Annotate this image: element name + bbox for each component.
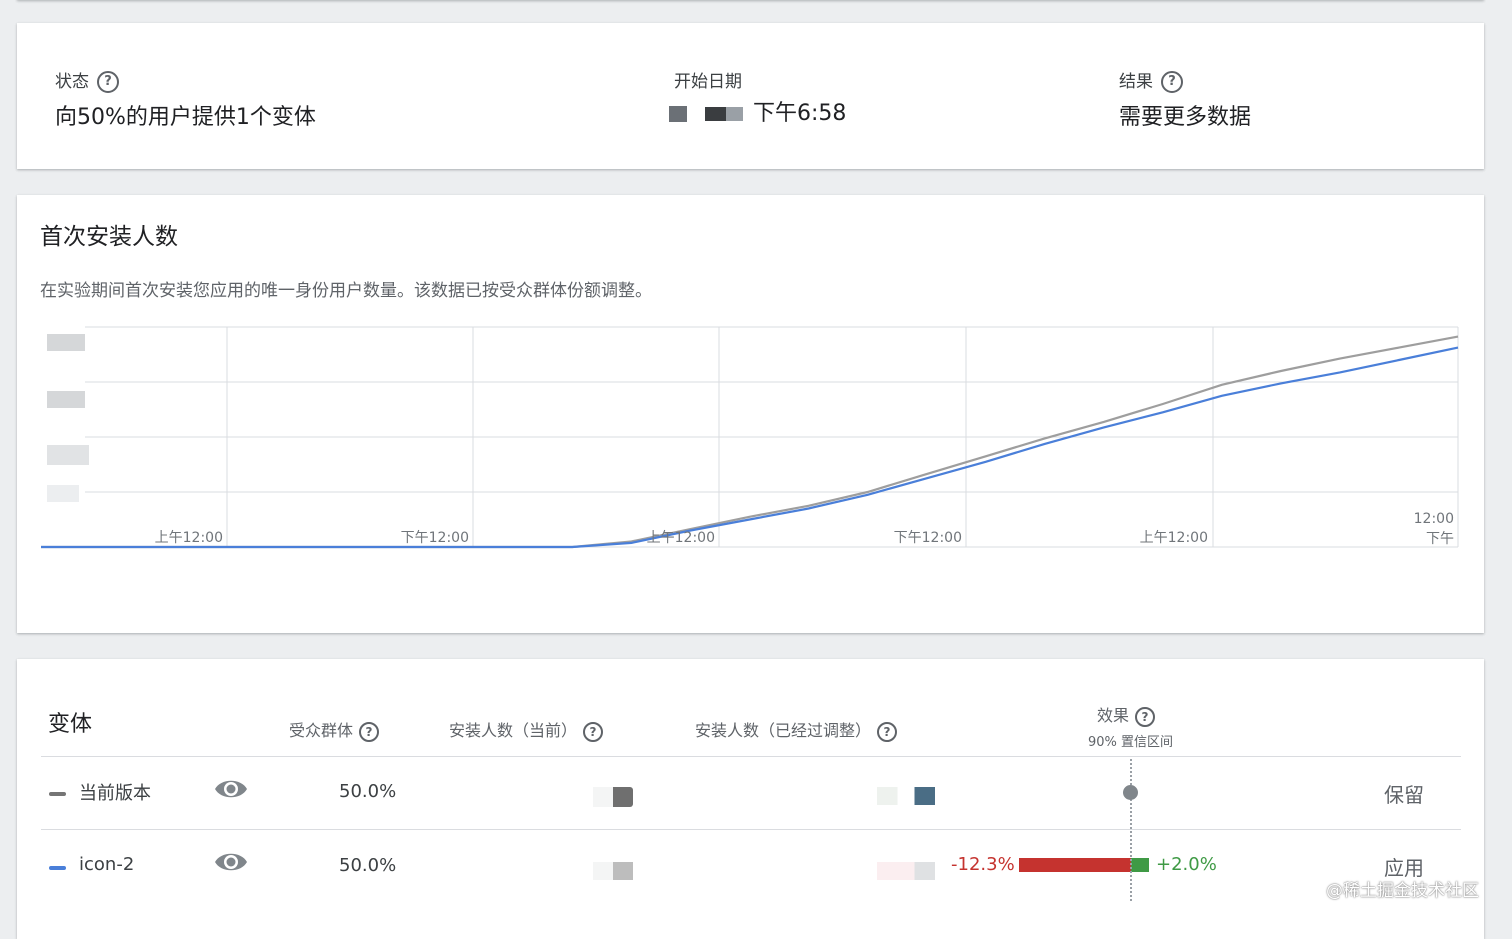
variant-color-swatch — [49, 866, 66, 870]
header-audience: 受众群体? — [289, 717, 380, 742]
help-icon[interactable]: ? — [583, 721, 604, 742]
experiment-status-card: 状态? 向50%的用户提供1个变体 开始日期 下午6:58 结果? 需要更多数据 — [17, 23, 1484, 169]
help-icon[interactable]: ? — [1135, 706, 1156, 727]
audience-value: 50.0% — [339, 781, 397, 802]
header-installs-adjusted-label: 安装人数（已经过调整） — [695, 721, 872, 740]
audience-value: 50.0% — [339, 855, 397, 876]
header-installs-current: 安装人数（当前）? — [449, 717, 604, 742]
header-effect-label: 效果 — [1097, 706, 1130, 725]
result-value: 需要更多数据 — [1119, 105, 1252, 130]
header-installs-current-label: 安装人数（当前） — [449, 721, 578, 740]
variant-name: 当前版本 — [79, 783, 151, 804]
x-tick-label: 上午12:00 — [647, 530, 715, 546]
installs-line-chart: 上午12:00 下午12:00 上午12:00 下午12:00 上午12:00 12:00… — [41, 326, 1459, 549]
help-icon[interactable]: ? — [877, 721, 898, 742]
header-variant: 变体 — [48, 712, 93, 737]
first-installs-chart-card: 首次安装人数 在实验期间首次安装您应用的唯一身份用户数量。该数据已按受众群体份额… — [17, 195, 1484, 633]
redacted-y-tick — [47, 334, 85, 351]
ci-zero-axis — [1130, 759, 1132, 901]
variants-table-card: 变体 受众群体? 安装人数（当前）? 安装人数（已经过调整）? 效果? 90% … — [17, 659, 1484, 939]
x-tick-label: 上午12:00 — [155, 530, 223, 546]
status-label-wrap: 状态? — [55, 67, 119, 93]
header-installs-adjusted: 安装人数（已经过调整）? — [695, 717, 898, 742]
redacted-installs-adjusted — [877, 862, 935, 880]
start-time: 下午6:58 — [753, 101, 847, 126]
result-label: 结果 — [1119, 72, 1153, 92]
x-tick-label: 下午12:00 — [401, 530, 469, 546]
header-audience-label: 受众群体 — [289, 721, 354, 740]
eye-icon[interactable] — [213, 775, 249, 803]
variant-name: icon-2 — [79, 854, 135, 875]
row-divider — [41, 829, 1461, 830]
ci-negative-bar — [1019, 858, 1131, 872]
start-date-value: 下午6:58 — [669, 95, 846, 127]
result-label-wrap: 结果? — [1119, 67, 1183, 93]
help-icon[interactable]: ? — [1161, 71, 1183, 93]
ci-positive-bar — [1131, 858, 1149, 872]
redacted-date — [669, 106, 687, 122]
header-effect-sub: 90% 置信区间 — [1088, 735, 1174, 750]
variant-color-swatch — [49, 792, 66, 796]
help-icon[interactable]: ? — [359, 721, 380, 742]
redacted-installs-current — [593, 787, 633, 807]
watermark: @稀土掘金技术社区 — [1326, 881, 1479, 901]
header-effect: 效果? — [1097, 702, 1156, 727]
redacted-y-tick — [47, 485, 79, 502]
x-tick-label: 12:00 — [1414, 511, 1454, 527]
status-value: 向50%的用户提供1个变体 — [55, 105, 316, 130]
keep-button[interactable]: 保留 — [1384, 779, 1424, 808]
x-tick-label: 下午 — [1426, 531, 1454, 547]
x-tick-label: 下午12:00 — [894, 530, 962, 546]
x-tick-label: 上午12:00 — [1140, 530, 1208, 546]
ci-baseline-dot — [1123, 785, 1138, 800]
help-icon[interactable]: ? — [97, 71, 119, 93]
redacted-y-tick — [47, 445, 89, 465]
series-line-0 — [41, 335, 1459, 549]
ci-lower-bound: -12.3% — [951, 854, 1015, 875]
status-label: 状态 — [55, 72, 89, 92]
start-date-label: 开始日期 — [674, 72, 742, 92]
redacted-y-tick — [47, 391, 85, 408]
ci-upper-bound: +2.0% — [1156, 854, 1217, 875]
redacted-installs-adjusted — [877, 787, 935, 805]
eye-icon[interactable] — [213, 848, 249, 876]
redacted-installs-current — [593, 862, 633, 880]
row-divider — [41, 756, 1461, 757]
redacted-date — [705, 107, 743, 121]
